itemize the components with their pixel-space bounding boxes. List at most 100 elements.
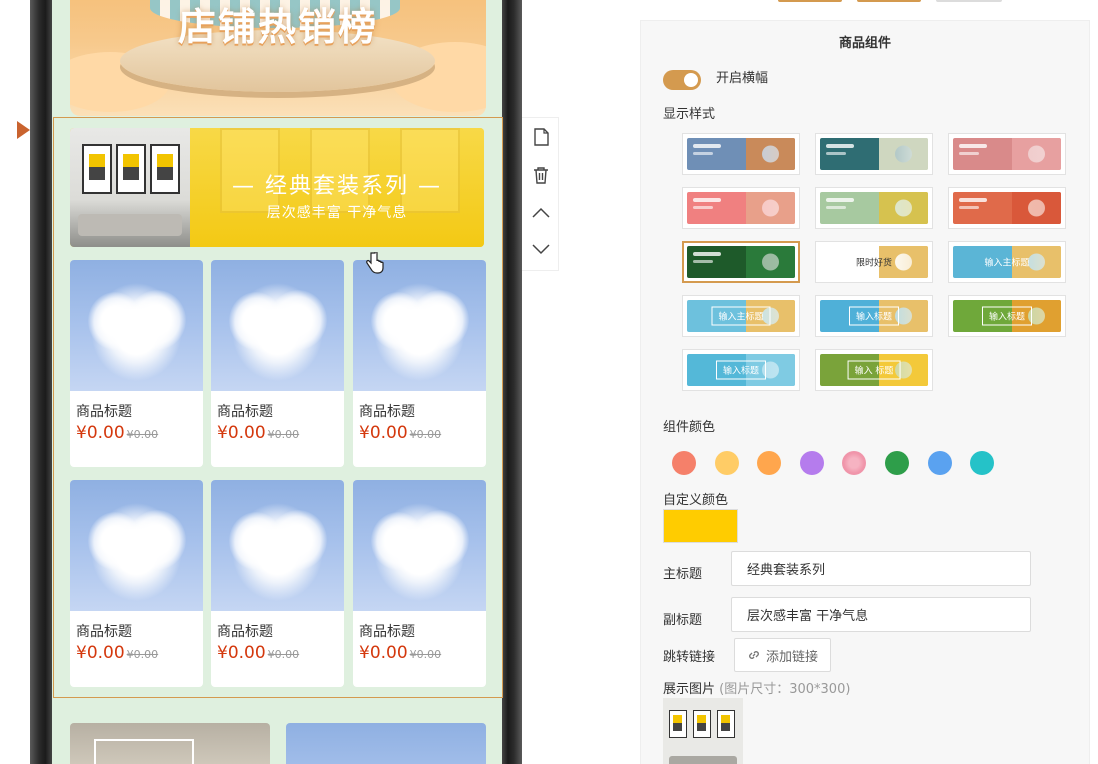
color-swatch[interactable] — [842, 451, 867, 475]
custom-color-label: 自定义颜色 — [663, 493, 729, 508]
banner-sub-title: 层次感丰富 干净气息 — [266, 205, 408, 221]
style-preview-text: 输入主标题 — [984, 258, 1030, 269]
component-toolbar — [522, 117, 559, 271]
style-preview-text-line — [826, 152, 846, 155]
image-size-hint: (图片尺寸：300*300) — [719, 682, 851, 697]
style-preview-picture — [746, 192, 795, 224]
product-card[interactable]: 商品标题 ¥0.00 ¥0.00 — [211, 480, 344, 687]
hero-banner[interactable]: 店铺热销榜 — [70, 0, 486, 116]
trash-icon[interactable] — [530, 164, 552, 186]
banner-style-option[interactable] — [815, 133, 933, 175]
style-preview: 输入标题 — [953, 300, 1061, 332]
next-component-image[interactable] — [286, 723, 486, 764]
main-title-input[interactable] — [731, 551, 1031, 586]
hero-title: 店铺热销榜 — [177, 5, 378, 49]
product-price-row: ¥0.00 ¥0.00 — [70, 641, 203, 663]
product-card[interactable]: 商品标题 ¥0.00 ¥0.00 — [70, 480, 203, 687]
top-button[interactable] — [936, 0, 1002, 2]
color-swatch[interactable] — [927, 451, 952, 475]
product-title: 商品标题 — [76, 624, 132, 640]
product-old-price: ¥0.00 — [126, 648, 159, 661]
phone-bezel-right — [502, 0, 522, 764]
phone-screen: 店铺热销榜 — 经典套装系列 — 层次感丰富 干净气息 商品标题 ¥0.00 ¥0… — [52, 0, 502, 764]
top-button[interactable] — [778, 0, 842, 2]
banner-toggle[interactable] — [663, 70, 701, 90]
style-preview-picture — [879, 192, 928, 224]
display-image-preview[interactable] — [663, 698, 743, 764]
banner-style-option[interactable]: 输入 标题 — [815, 349, 933, 391]
style-preview — [953, 192, 1061, 224]
selected-component-marker — [17, 121, 30, 139]
product-title: 商品标题 — [76, 404, 132, 420]
color-swatch[interactable] — [714, 451, 739, 475]
product-price: ¥0.00 — [217, 643, 266, 663]
banner-style-option[interactable] — [682, 187, 800, 229]
chevron-up-icon[interactable] — [530, 202, 552, 224]
toggle-knob — [684, 73, 698, 87]
banner-style-option[interactable] — [948, 133, 1066, 175]
style-preview-text-line — [693, 152, 713, 155]
product-price-row: ¥0.00 ¥0.00 — [211, 641, 344, 663]
style-preview-text-line — [959, 198, 987, 202]
product-banner[interactable]: — 经典套装系列 — 层次感丰富 干净气息 — [70, 128, 484, 247]
banner-style-option[interactable] — [815, 187, 933, 229]
product-old-price: ¥0.00 — [267, 428, 300, 441]
product-title: 商品标题 — [217, 624, 273, 640]
style-preview-text: 输入标题 — [848, 306, 900, 326]
style-preview — [820, 192, 928, 224]
style-preview: 输入主标题 — [687, 300, 795, 332]
product-title: 商品标题 — [359, 404, 415, 420]
top-button[interactable] — [857, 0, 921, 2]
color-swatch[interactable] — [757, 451, 782, 475]
product-card[interactable]: 商品标题 ¥0.00 ¥0.00 — [211, 260, 344, 467]
banner-style-option[interactable]: 输入标题 — [948, 295, 1066, 337]
chevron-down-icon[interactable] — [530, 238, 552, 260]
product-price-row: ¥0.00 ¥0.00 — [353, 641, 486, 663]
product-title: 商品标题 — [359, 624, 415, 640]
add-link-button[interactable]: 添加链接 — [734, 638, 831, 672]
style-preview-text-line — [959, 206, 979, 209]
banner-style-option[interactable]: 限时好货 — [815, 241, 933, 283]
banner-thumbnail — [70, 128, 190, 247]
custom-color-picker[interactable] — [663, 509, 738, 543]
style-preview — [687, 138, 795, 170]
style-preview-text: 限时好货 — [855, 258, 892, 269]
color-swatch[interactable] — [799, 451, 824, 475]
product-image — [211, 260, 344, 391]
banner-style-option[interactable] — [948, 187, 1066, 229]
style-preview-text: 输入标题 — [981, 306, 1033, 326]
copy-icon[interactable] — [530, 126, 552, 148]
banner-toggle-label: 开启横幅 — [716, 71, 769, 86]
style-preview-picture — [1012, 138, 1061, 170]
banner-style-option[interactable]: 输入标题 — [682, 349, 800, 391]
product-price: ¥0.00 — [217, 423, 266, 443]
product-old-price: ¥0.00 — [126, 428, 159, 441]
product-old-price: ¥0.00 — [267, 648, 300, 661]
phone-bezel-left — [30, 0, 52, 764]
banner-sofa — [78, 214, 182, 236]
product-image — [353, 260, 486, 391]
product-card[interactable]: 商品标题 ¥0.00 ¥0.00 — [353, 480, 486, 687]
next-component-image[interactable] — [70, 723, 270, 764]
color-swatch[interactable] — [970, 451, 995, 475]
style-preview-text: 输入 标题 — [847, 360, 901, 380]
color-swatch[interactable] — [672, 451, 696, 475]
style-preview: 输入主标题 — [953, 246, 1061, 278]
banner-style-option[interactable] — [682, 133, 800, 175]
add-link-label: 添加链接 — [765, 649, 818, 665]
color-swatch[interactable] — [885, 451, 909, 475]
banner-style-option[interactable]: 输入主标题 — [682, 295, 800, 337]
banner-style-option[interactable]: 输入主标题 — [948, 241, 1066, 283]
banner-picture-frame — [150, 144, 180, 194]
style-preview-text: 输入主标题 — [711, 306, 771, 326]
style-preview — [687, 246, 795, 278]
banner-style-option[interactable] — [682, 241, 800, 283]
style-preview: 输入标题 — [820, 300, 928, 332]
product-card[interactable]: 商品标题 ¥0.00 ¥0.00 — [70, 260, 203, 467]
display-image-label: 展示图片 — [663, 682, 716, 697]
banner-style-option[interactable]: 输入标题 — [815, 295, 933, 337]
style-preview: 输入标题 — [687, 354, 795, 386]
sub-title-input[interactable] — [731, 597, 1031, 632]
style-preview-picture — [746, 246, 795, 278]
product-card[interactable]: 商品标题 ¥0.00 ¥0.00 — [353, 260, 486, 467]
